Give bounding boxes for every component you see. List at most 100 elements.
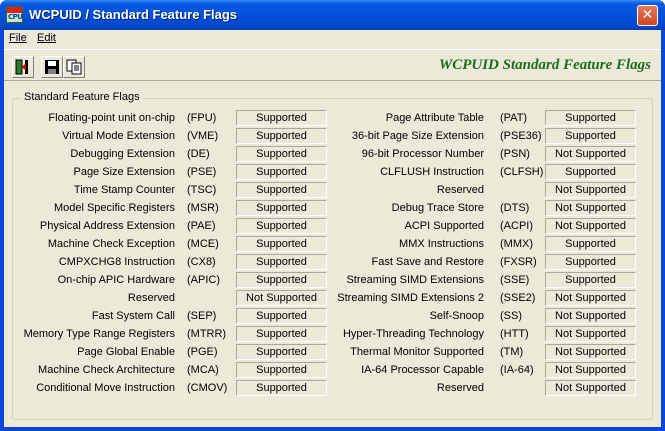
feature-label: Machine Check Exception [47,238,175,250]
feature-abbreviation: (TSC) [187,184,217,196]
feature-abbreviation: (DE) [187,148,210,160]
feature-status-field: Supported [236,326,327,342]
feature-abbreviation: (PSE36) [500,130,542,142]
feature-status-field: Not Supported [545,380,636,396]
save-button[interactable] [41,56,63,78]
app-icon-label: CPU [8,13,23,21]
feature-label: Page Global Enable [77,346,175,358]
feature-abbreviation: (SEP) [187,310,217,322]
feature-status-field: Supported [236,272,327,288]
feature-abbreviation: (CLFSH) [500,166,544,178]
feature-abbreviation: (PGE) [187,346,218,358]
feature-status-field: Not Supported [545,182,636,198]
feature-label: Fast System Call [91,310,175,322]
feature-abbreviation: (TM) [500,346,524,358]
feature-abbreviation: (MCE) [187,238,219,250]
close-button[interactable]: ✕ [637,5,658,26]
feature-status-field: Not Supported [545,146,636,162]
feature-label: On-chip APIC Hardware [57,274,175,286]
feature-label: Fast Save and Restore [371,256,484,268]
feature-status-field: Supported [236,218,327,234]
banner-title: WCPUID Standard Feature Flags [438,57,651,73]
app-window: CPU WCPUID / Standard Feature Flags ✕ Fi… [0,0,665,431]
feature-status-field: Supported [545,164,636,180]
floppy-disk-icon [45,60,59,74]
feature-label: IA-64 Processor Capable [361,364,484,376]
feature-status-field: Supported [236,380,327,396]
feature-abbreviation: (ACPI) [500,220,533,232]
feature-abbreviation: (SS) [500,310,522,322]
feature-abbreviation: (PSE) [187,166,217,178]
feature-abbreviation: (CMOV) [187,382,228,394]
feature-label: Reserved [436,184,484,196]
exit-door-icon [15,59,28,75]
feature-label: Memory Type Range Registers [23,328,175,340]
feature-status-field: Supported [236,110,327,126]
feature-abbreviation: (PAE) [187,220,216,232]
feature-label: CMPXCHG8 Instruction [58,256,175,268]
feature-label: Machine Check Architecture [38,364,175,376]
feature-status-field: Supported [545,254,636,270]
menu-bar: File Edit [4,30,661,48]
feature-status-field: Supported [236,308,327,324]
feature-status-field: Supported [545,128,636,144]
feature-abbreviation: (FPU) [187,112,217,124]
copy-button[interactable] [63,56,85,78]
feature-status-field: Not Supported [545,308,636,324]
window-title: WCPUID / Standard Feature Flags [29,7,238,22]
group-label: Standard Feature Flags [21,91,143,103]
exit-button[interactable] [12,56,34,78]
menu-edit[interactable]: Edit [37,32,56,44]
feature-label: Streaming SIMD Extensions [346,274,484,286]
feature-label: Time Stamp Counter [73,184,175,196]
feature-abbreviation: (PAT) [500,112,528,124]
feature-abbreviation: (HTT) [500,328,529,340]
feature-label: Streaming SIMD Extensions 2 [337,292,484,304]
feature-status-field: Not Supported [236,290,327,306]
title-bar[interactable]: CPU WCPUID / Standard Feature Flags ✕ [0,0,665,30]
feature-label: CLFLUSH Instruction [380,166,484,178]
feature-status-field: Not Supported [545,290,636,306]
feature-label: Page Size Extension [73,166,175,178]
feature-abbreviation: (DTS) [500,202,530,214]
feature-label: Thermal Monitor Supported [350,346,484,358]
feature-abbreviation: (CX8) [187,256,216,268]
feature-status-field: Supported [545,110,636,126]
feature-label: 36-bit Page Size Extension [351,130,484,142]
feature-status-field: Not Supported [545,362,636,378]
feature-label: Model Specific Registers [53,202,175,214]
close-icon: ✕ [641,7,654,23]
feature-status-field: Supported [236,200,327,216]
feature-abbreviation: (MTRR) [187,328,227,340]
feature-label: Hyper-Threading Technology [342,328,484,340]
feature-status-field: Supported [236,164,327,180]
feature-abbreviation: (SSE) [500,274,530,286]
feature-label: Page Attribute Table [385,112,484,124]
feature-label: Virtual Mode Extension [62,130,175,142]
feature-label: 96-bit Processor Number [361,148,484,160]
feature-label: Physical Address Extension [39,220,175,232]
feature-abbreviation: (FXSR) [500,256,537,268]
client-area: File Edit WCPUID Standard Feature Flags … [4,30,661,427]
feature-abbreviation: (IA-64) [500,364,534,376]
feature-abbreviation: (MMX) [500,238,533,250]
feature-label: ACPI Supported [404,220,485,232]
feature-label: Self-Snoop [429,310,484,322]
feature-abbreviation: (VME) [187,130,219,142]
feature-label: Debug Trace Store [391,202,484,214]
feature-label: Reserved [127,292,175,304]
cpu-app-icon[interactable]: CPU [6,6,23,23]
copy-icon [66,59,82,75]
menu-file[interactable]: File [9,32,27,44]
feature-label: Reserved [436,382,484,394]
feature-status-field: Supported [236,128,327,144]
feature-status-field: Supported [236,362,327,378]
feature-status-field: Supported [236,254,327,270]
feature-abbreviation: (MSR) [187,202,219,214]
feature-abbreviation: (SSE2) [500,292,536,304]
feature-status-field: Not Supported [545,344,636,360]
feature-status-field: Supported [236,146,327,162]
feature-status-field: Supported [545,272,636,288]
feature-status-field: Not Supported [545,218,636,234]
feature-status-field: Supported [236,236,327,252]
